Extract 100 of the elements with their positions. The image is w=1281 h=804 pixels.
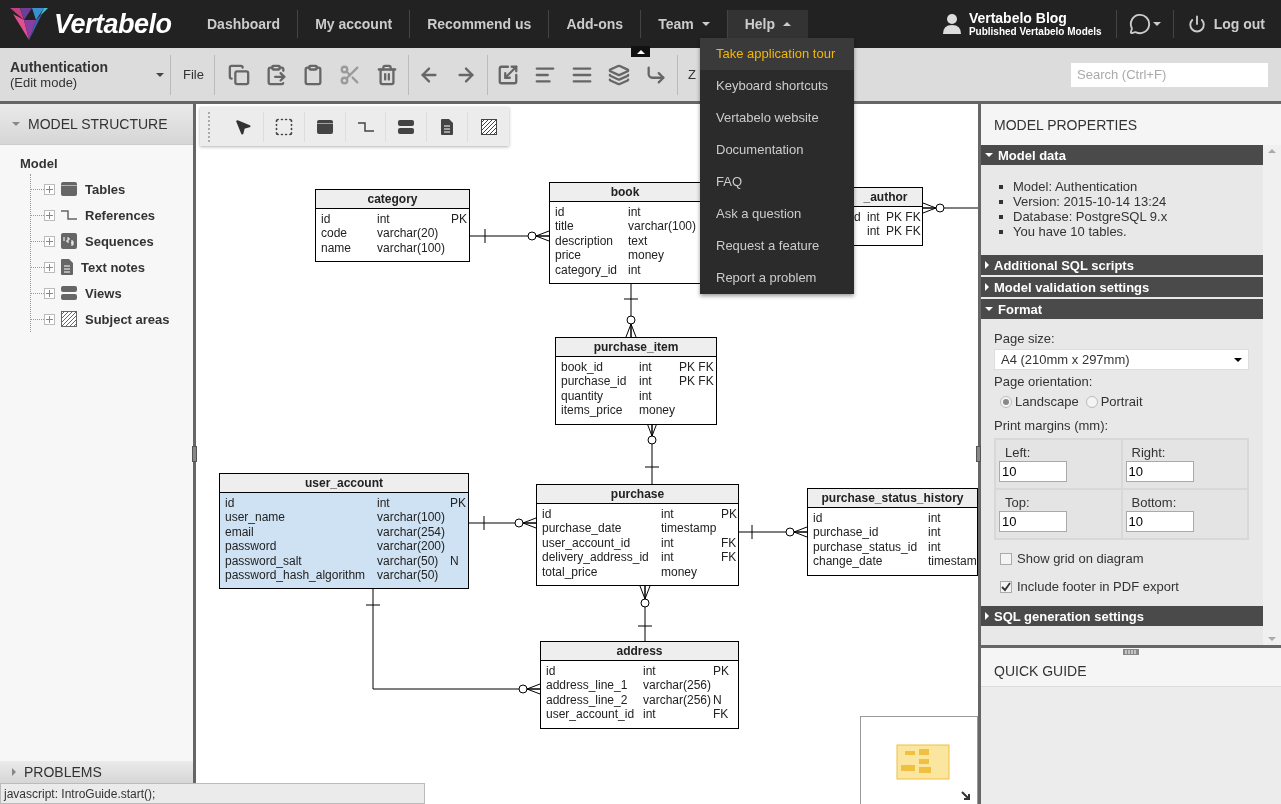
scrollbar[interactable]: [1263, 145, 1281, 645]
column-type: varchar(100): [377, 240, 447, 256]
table-card[interactable]: purchase id int PK purchase_date timestamp user_account_id int FK delivery_address_id int FK total_price money: [536, 484, 739, 587]
sequence-icon: [61, 233, 77, 249]
section-header[interactable]: Format: [981, 299, 1263, 319]
section-header[interactable]: SQL generation settings: [981, 606, 1263, 626]
paste-icon: [265, 63, 288, 86]
checkbox[interactable]: [1000, 552, 1012, 565]
expand-toggle[interactable]: [44, 287, 55, 299]
expand-toggle[interactable]: [44, 261, 55, 273]
radio-button[interactable]: [1085, 395, 1098, 408]
section-header[interactable]: Model data: [981, 145, 1263, 165]
nav-link[interactable]: Team: [641, 10, 727, 38]
checkbox-label: Show grid on diagram: [1017, 551, 1144, 566]
column-type: text: [628, 233, 649, 249]
tree-item[interactable]: Subject areas: [85, 311, 170, 327]
tree-root[interactable]: Model: [20, 156, 193, 174]
panel-header[interactable]: PROBLEMS: [0, 761, 193, 783]
tree-item[interactable]: References: [85, 207, 156, 223]
logout-button[interactable]: Log out: [1173, 15, 1265, 33]
page-size-select[interactable]: A4 (210mm x 297mm): [994, 349, 1249, 370]
table-card[interactable]: category id int PK code varchar(20) name varchar(100): [315, 189, 470, 263]
column-name: name: [321, 240, 353, 256]
column-key: PK: [721, 507, 737, 522]
nav-link[interactable]: Recommend us: [410, 10, 549, 38]
pointer-icon: [233, 117, 252, 136]
reference-icon: [61, 210, 77, 220]
splitter-grip-icon[interactable]: [1123, 648, 1139, 655]
nav-link[interactable]: Help: [727, 10, 809, 38]
user-icon: [942, 14, 961, 34]
expand-toggle[interactable]: [44, 235, 55, 247]
column-type: varchar(20): [377, 226, 440, 241]
table-card[interactable]: address id int PK address_line_1 varchar(256) address_line_2 varchar(256) N user_account_id int FK: [540, 641, 739, 729]
column-type: varchar(256): [643, 692, 713, 708]
tree-item[interactable]: Sequences: [85, 233, 154, 249]
collapse-toggle[interactable]: [631, 46, 650, 57]
column-name: description: [555, 233, 615, 249]
table-card[interactable]: user_account id int PK user_name varchar(100) email varchar(254) password varchar(200) password_salt varchar(50) N password_hash_algorithm varchar(50): [219, 473, 469, 590]
note-icon: [61, 259, 73, 275]
column-key: PK: [450, 496, 466, 511]
expand-toggle[interactable]: [44, 313, 55, 325]
menu-item[interactable]: Keyboard shortcuts: [700, 70, 854, 102]
margin-label: Right:: [1130, 446, 1167, 460]
column-name: total_price: [542, 564, 599, 580]
nav-link[interactable]: Dashboard: [190, 10, 298, 38]
column-type: varchar(254): [377, 524, 447, 540]
menu-item[interactable]: Documentation: [700, 134, 854, 166]
column-key: PK: [713, 664, 734, 679]
tree-item[interactable]: Text notes: [81, 259, 146, 275]
column-key: FK: [721, 550, 737, 565]
section-header[interactable]: Model validation settings: [981, 277, 1263, 297]
expand-toggle[interactable]: [44, 183, 55, 195]
column-type: money: [661, 564, 699, 580]
column-key: PK FK: [886, 210, 921, 225]
column-type: varchar(100): [628, 219, 697, 234]
column-type: int: [643, 664, 657, 679]
blog-link[interactable]: Vertabelo Blog Published Vertabelo Models: [942, 10, 1116, 38]
search-field[interactable]: Search (Ctrl+F): [1070, 61, 1269, 88]
margin-input[interactable]: 10: [1125, 511, 1194, 532]
tree-item[interactable]: Views: [85, 285, 122, 301]
caret-icon: [985, 307, 993, 311]
menu-item[interactable]: Take application tour: [700, 38, 854, 70]
nav-link[interactable]: Add-ons: [549, 10, 641, 38]
margin-input[interactable]: 10: [999, 461, 1067, 482]
margin-label: Bottom:: [1130, 496, 1178, 510]
column-name: address_line_1: [546, 678, 629, 693]
file-menu-button[interactable]: File: [177, 59, 208, 90]
splitter-handle[interactable]: [192, 446, 197, 462]
bullet-icon: [999, 214, 1003, 219]
power-icon: [1187, 15, 1206, 33]
panel-header[interactable]: MODEL STRUCTURE: [0, 104, 193, 145]
caret-icon: [985, 261, 989, 269]
radio-label: Landscape: [1015, 394, 1079, 409]
margin-input[interactable]: 10: [999, 511, 1067, 532]
expand-toggle[interactable]: [44, 209, 55, 221]
bullet-icon: [999, 229, 1003, 234]
menu-item[interactable]: Vertabelo website: [700, 102, 854, 134]
column-name: purchase_date: [542, 521, 623, 536]
column-key: N: [450, 553, 466, 569]
table-name: user_account: [305, 476, 383, 490]
radio-button[interactable]: [1000, 395, 1012, 408]
tree-item[interactable]: Tables: [85, 181, 126, 197]
resize-arrow-icon[interactable]: [961, 791, 971, 801]
section-header[interactable]: Additional SQL scripts: [981, 255, 1263, 275]
splitter-handle[interactable]: [976, 446, 981, 462]
layers-icon: [608, 63, 631, 86]
table-card[interactable]: book id int title varchar(100) description text price money category_id int: [549, 182, 701, 285]
column-name: id: [225, 496, 236, 511]
relationship-line: [644, 422, 660, 485]
column-type: varchar(100): [377, 510, 447, 525]
column-name: title: [555, 219, 575, 234]
checkbox[interactable]: [1000, 580, 1012, 593]
speech-bubble-icon: [1128, 13, 1151, 35]
margin-input[interactable]: 10: [1125, 461, 1194, 482]
table-card[interactable]: purchase_item book_id int PK FK purchase_id int PK FK quantity int items_price money: [555, 337, 717, 425]
nav-link[interactable]: My account: [298, 10, 410, 38]
drag-grip-icon[interactable]: [208, 111, 211, 142]
menu-item[interactable]: Report a problem: [700, 262, 854, 294]
table-card[interactable]: purchase_status_history id int purchase_id int purchase_status_id int change_date timestam: [807, 488, 978, 576]
column-name: id: [813, 511, 824, 526]
